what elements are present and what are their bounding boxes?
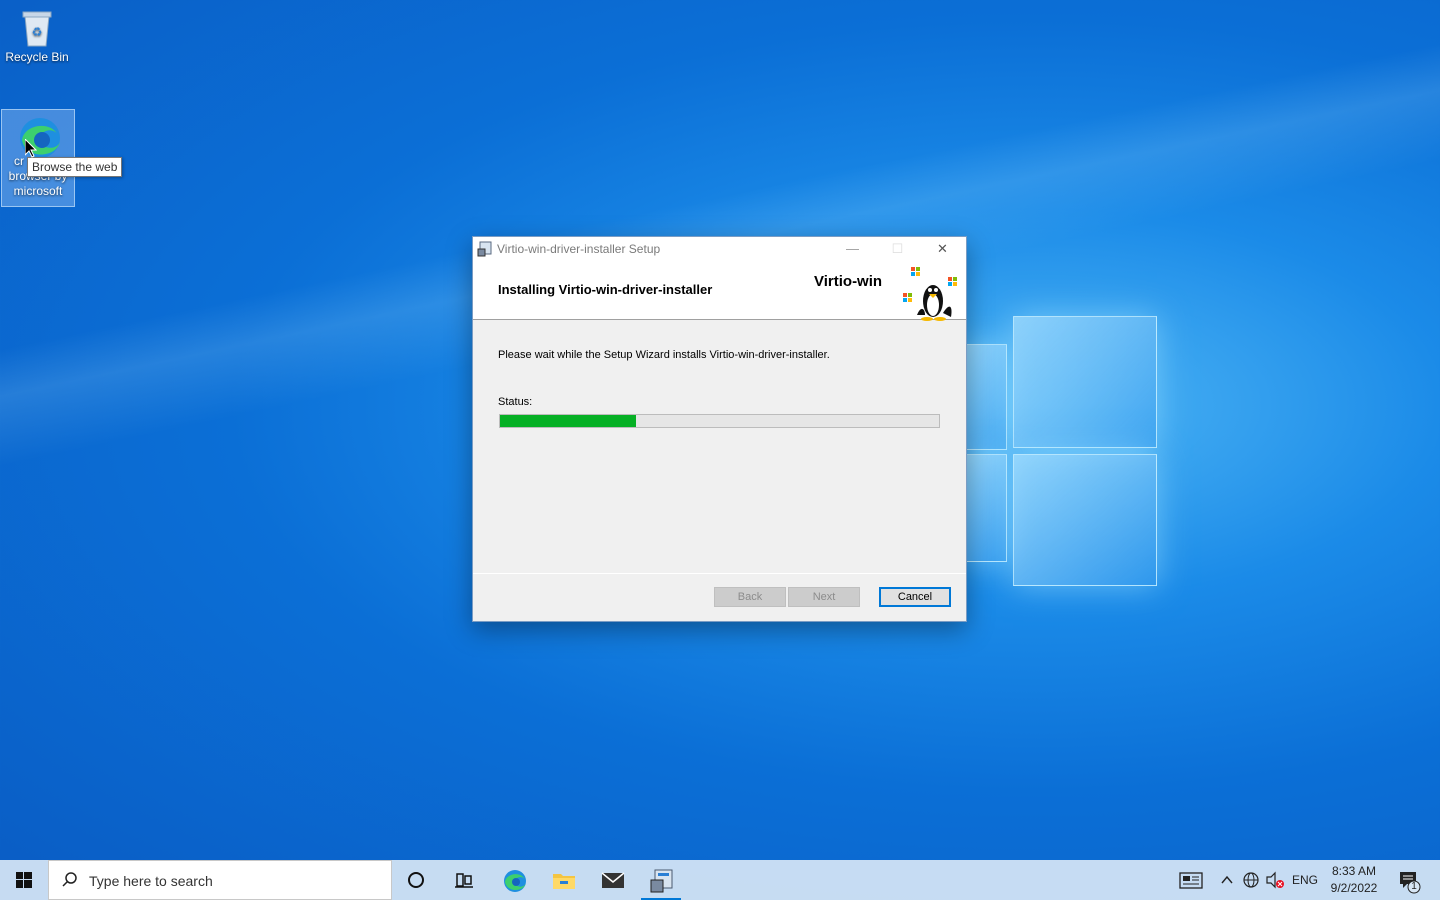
install-progress-bar: [499, 414, 940, 428]
tux-windows-logo-icon: [903, 265, 963, 321]
taskbar-search-box[interactable]: Type here to search: [48, 860, 392, 900]
status-label: Status:: [498, 396, 533, 408]
taskbar: Type here to search ENG 8:33 AM 9/2/2022: [0, 860, 1440, 900]
mouse-cursor-icon: [24, 137, 38, 163]
clock[interactable]: 8:33 AM 9/2/2022: [1326, 863, 1382, 897]
installer-icon: [477, 241, 493, 257]
task-view-icon: [455, 873, 473, 888]
volume-muted-icon: [1266, 871, 1284, 889]
mail-button[interactable]: [588, 860, 636, 900]
svg-text:♻: ♻: [32, 25, 43, 39]
windows-start-icon: [16, 872, 32, 888]
brand-name: Virtio-win: [814, 273, 883, 290]
install-description: Please wait while the Setup Wizard insta…: [498, 349, 830, 361]
setup-installer-icon: [650, 869, 673, 893]
cortana-button[interactable]: [392, 860, 440, 900]
tooltip: Browse the web: [27, 157, 123, 177]
cancel-button[interactable]: Cancel: [879, 587, 951, 607]
edge-label-line: microsoft: [13, 184, 63, 198]
network-button[interactable]: [1240, 860, 1262, 900]
next-button[interactable]: Next: [788, 587, 860, 607]
recycle-bin-label: Recycle Bin: [5, 50, 69, 64]
notification-count-badge: 1: [1411, 881, 1417, 892]
dialog-titlebar[interactable]: Virtio-win-driver-installer Setup — ☐ ✕: [473, 237, 966, 261]
clock-date: 9/2/2022: [1330, 881, 1378, 895]
setup-dialog: Virtio-win-driver-installer Setup — ☐ ✕ …: [472, 236, 967, 622]
clock-time: 8:33 AM: [1331, 864, 1377, 878]
notification-icon: [1400, 872, 1421, 894]
install-heading: Installing Virtio-win-driver-installer: [498, 282, 713, 297]
recycle-bin-icon: ♻: [15, 6, 59, 50]
input-language[interactable]: ENG: [1292, 860, 1320, 900]
start-button[interactable]: [0, 860, 48, 900]
edge-icon: [16, 114, 60, 158]
search-icon: [61, 871, 79, 889]
dialog-banner: Installing Virtio-win-driver-installer V…: [473, 261, 966, 321]
show-hidden-icons-button[interactable]: [1217, 860, 1237, 900]
volume-button[interactable]: [1264, 860, 1286, 900]
taskbar-edge-button[interactable]: [490, 860, 538, 900]
edge-icon: [504, 870, 526, 892]
taskbar-setup-button[interactable]: [637, 860, 685, 900]
minimize-button[interactable]: —: [830, 237, 875, 261]
cortana-icon: [408, 872, 424, 888]
news-icon: [1179, 872, 1203, 889]
desktop-icon-recycle-bin[interactable]: ♻ Recycle Bin: [0, 6, 74, 64]
search-placeholder: Type here to search: [89, 873, 213, 889]
task-view-button[interactable]: [440, 860, 488, 900]
action-center-button[interactable]: 1: [1396, 860, 1424, 900]
back-button[interactable]: Back: [714, 587, 786, 607]
windows-logo-wallpaper: [965, 316, 1157, 586]
close-button[interactable]: ✕: [920, 237, 965, 261]
chevron-up-icon: [1221, 875, 1233, 884]
news-widget-button[interactable]: [1177, 860, 1205, 900]
progress-fill: [500, 415, 637, 427]
file-explorer-button[interactable]: [539, 860, 587, 900]
mail-icon: [601, 872, 625, 888]
dialog-title: Virtio-win-driver-installer Setup: [497, 242, 661, 256]
button-separator: [473, 573, 966, 574]
maximize-button[interactable]: ☐: [875, 237, 920, 261]
globe-network-icon: [1243, 872, 1259, 888]
file-explorer-icon: [553, 874, 575, 889]
